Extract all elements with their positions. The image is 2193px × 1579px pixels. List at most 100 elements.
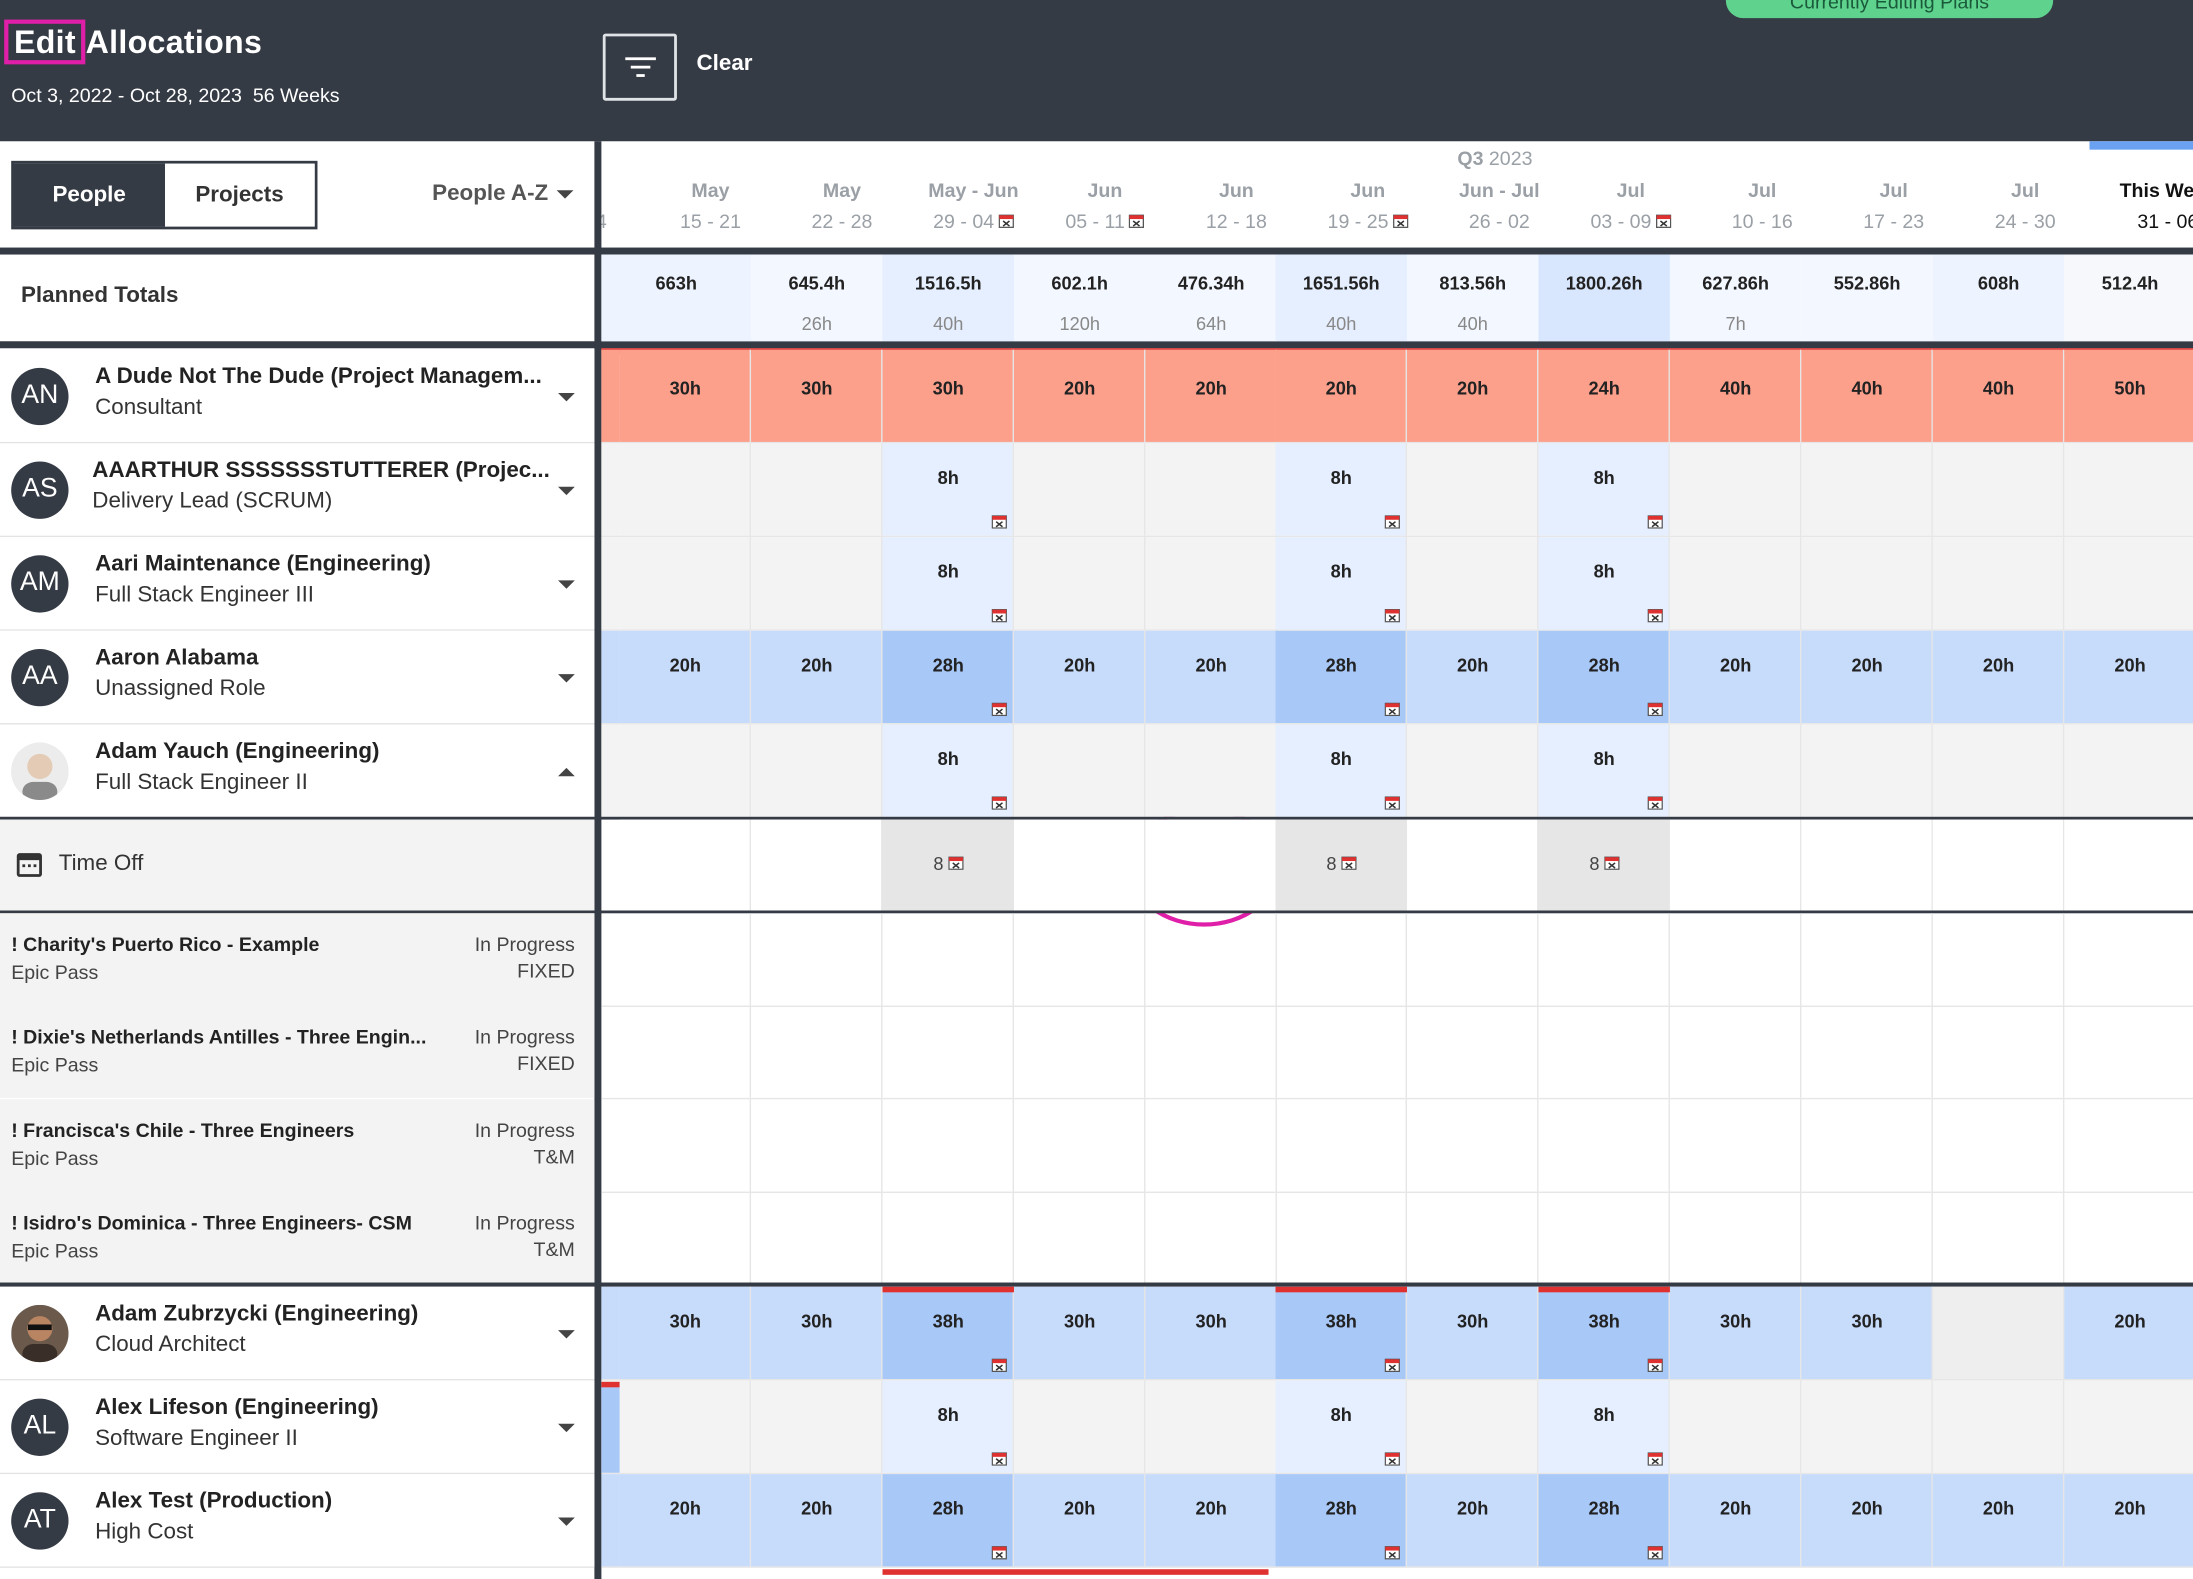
sort-dropdown[interactable]: People A-Z — [432, 182, 574, 207]
time-off-cell[interactable] — [1013, 819, 1146, 911]
person-name[interactable]: Aari Maintenance (Engineering) — [95, 552, 431, 577]
allocation-cell[interactable]: 20h — [1145, 630, 1277, 724]
allocation-cell[interactable]: 20h — [1801, 1474, 1933, 1567]
allocation-cell[interactable] — [1669, 443, 1802, 536]
allocation-cell[interactable] — [1932, 724, 2065, 817]
allocation-cell[interactable]: 8h — [1538, 537, 1670, 630]
allocation-cell[interactable]: 38h — [1538, 1286, 1670, 1380]
allocation-cell[interactable]: 38h — [882, 1286, 1014, 1380]
allocation-cell[interactable] — [1406, 1380, 1539, 1473]
allocation-cell[interactable]: 20h — [1145, 349, 1277, 442]
allocation-cell[interactable]: 30h — [751, 349, 883, 442]
allocation-cell[interactable] — [2064, 724, 2193, 817]
allocation-cell[interactable]: 50h — [2064, 349, 2193, 442]
allocation-cell[interactable]: 8h — [1275, 443, 1407, 536]
allocation-cell[interactable]: 20h — [751, 630, 883, 724]
person-name[interactable]: Alex Lifeson (Engineering) — [95, 1396, 378, 1421]
allocation-cell[interactable]: 30h — [1406, 1286, 1539, 1380]
person-row[interactable]: AN A Dude Not The Dude (Project Managem..… — [0, 349, 595, 442]
person-name[interactable]: Aaron Alabama — [95, 646, 258, 671]
allocation-cell[interactable] — [1801, 443, 1933, 536]
allocation-cell[interactable]: 40h — [1669, 349, 1802, 442]
allocation-cell[interactable] — [1669, 537, 1802, 630]
filter-button[interactable] — [602, 33, 677, 101]
allocation-cell[interactable]: 20h — [1801, 630, 1933, 724]
allocation-cell[interactable] — [619, 1380, 752, 1473]
allocation-cell[interactable]: 20h — [1406, 349, 1539, 442]
allocation-cell[interactable]: 20h — [1145, 1474, 1277, 1567]
week-column-header[interactable]: May 22 - 28 — [776, 141, 907, 247]
allocation-cell[interactable] — [1406, 443, 1539, 536]
allocation-cell[interactable] — [751, 1380, 883, 1473]
week-column-header[interactable]: Jul 10 - 16 — [1697, 141, 1828, 247]
allocation-cell[interactable] — [1145, 443, 1277, 536]
allocation-cell[interactable] — [1932, 443, 2065, 536]
person-name[interactable]: Alex Test (Production) — [95, 1490, 332, 1515]
week-column-header[interactable]: May - Jun 29 - 04 — [908, 141, 1039, 247]
allocation-cell[interactable]: 20h — [619, 630, 752, 724]
chevron-up-icon[interactable] — [558, 767, 575, 777]
allocation-cell[interactable]: 8h — [882, 537, 1014, 630]
allocation-cell[interactable]: 30h — [882, 349, 1014, 442]
allocation-cell[interactable] — [751, 724, 883, 817]
week-column-header[interactable]: Jun 05 - 11 — [1039, 141, 1170, 247]
project-name[interactable]: ! Francisca's Chile - Three Engineers — [11, 1119, 354, 1141]
week-column-header[interactable]: Jun 12 - 18 — [1171, 141, 1302, 247]
chevron-down-icon[interactable] — [558, 1517, 575, 1526]
allocation-cell[interactable] — [2064, 1380, 2193, 1473]
allocation-cell[interactable] — [619, 443, 752, 536]
project-row[interactable]: ! Dixie's Netherlands Antilles - Three E… — [0, 1005, 595, 1098]
allocation-cell[interactable]: 20h — [1013, 349, 1146, 442]
person-row[interactable]: Adam Yauch (Engineering) Full Stack Engin… — [0, 724, 595, 817]
allocation-cell[interactable] — [751, 443, 883, 536]
allocation-cell[interactable]: 30h — [619, 1286, 752, 1380]
allocation-cell[interactable]: 8h — [1275, 537, 1407, 630]
allocation-cell[interactable] — [1669, 1380, 1802, 1473]
chevron-down-icon[interactable] — [558, 580, 575, 589]
allocation-cell[interactable]: 30h — [1669, 1286, 1802, 1380]
allocation-cell[interactable]: 20h — [1406, 1474, 1539, 1567]
person-row[interactable]: Adam Zubrzycki (Engineering) Cloud Archit… — [0, 1286, 595, 1380]
allocation-cell[interactable]: 28h — [1538, 1474, 1670, 1567]
chevron-down-icon[interactable] — [558, 393, 575, 402]
allocation-cell[interactable] — [751, 537, 883, 630]
allocation-cell[interactable] — [1406, 724, 1539, 817]
allocation-cell[interactable]: 20h — [2064, 1474, 2193, 1567]
chevron-down-icon[interactable] — [558, 1423, 575, 1433]
time-off-cell[interactable]: 8 — [1275, 819, 1407, 911]
time-off-cell[interactable]: 8 — [1538, 819, 1670, 911]
project-row[interactable]: ! Francisca's Chile - Three Engineers Epi… — [0, 1099, 595, 1192]
allocation-cell[interactable]: 30h — [1801, 1286, 1933, 1380]
allocation-cell[interactable] — [1932, 1380, 2065, 1473]
week-column-header[interactable]: Jun 19 - 25 — [1302, 141, 1433, 247]
allocation-cell[interactable] — [2064, 537, 2193, 630]
allocation-cell[interactable]: 20h — [1406, 630, 1539, 724]
chevron-down-icon[interactable] — [558, 486, 575, 496]
time-off-cell[interactable] — [1801, 819, 1933, 911]
allocation-cell[interactable] — [1013, 537, 1146, 630]
allocation-cell[interactable]: 28h — [882, 1474, 1014, 1567]
allocation-cell[interactable]: 24h — [1538, 349, 1670, 442]
person-name[interactable]: Adam Zubrzycki (Engineering) — [95, 1302, 418, 1327]
week-column-header[interactable]: Jun - Jul 26 - 02 — [1434, 141, 1565, 247]
allocation-cell[interactable] — [1145, 724, 1277, 817]
allocation-cell[interactable] — [1801, 1380, 1933, 1473]
allocation-cell[interactable] — [1801, 537, 1933, 630]
allocation-cell[interactable]: 28h — [1538, 630, 1670, 724]
allocation-cell[interactable] — [1013, 1380, 1146, 1473]
time-off-cell[interactable] — [1932, 819, 2065, 911]
allocation-cell[interactable]: 8h — [882, 724, 1014, 817]
allocation-cell[interactable] — [1669, 724, 1802, 817]
project-row[interactable]: ! Charity's Puerto Rico - Example Epic Pa… — [0, 913, 595, 1006]
allocation-cell[interactable]: 8h — [1538, 724, 1670, 817]
allocation-cell[interactable]: 40h — [1801, 349, 1933, 442]
allocation-cell[interactable] — [1145, 1380, 1277, 1473]
allocation-cell[interactable] — [1801, 724, 1933, 817]
allocation-cell[interactable]: 20h — [1932, 1474, 2065, 1567]
allocation-cell[interactable]: 30h — [619, 349, 752, 442]
allocation-cell[interactable]: 38h — [1275, 1286, 1407, 1380]
project-row[interactable]: ! Isidro's Dominica - Three Engineers- C… — [0, 1191, 595, 1284]
time-off-cell[interactable]: 8 — [882, 819, 1014, 911]
panel-divider[interactable] — [594, 141, 602, 1579]
allocation-cell[interactable]: 20h — [2064, 1286, 2193, 1380]
